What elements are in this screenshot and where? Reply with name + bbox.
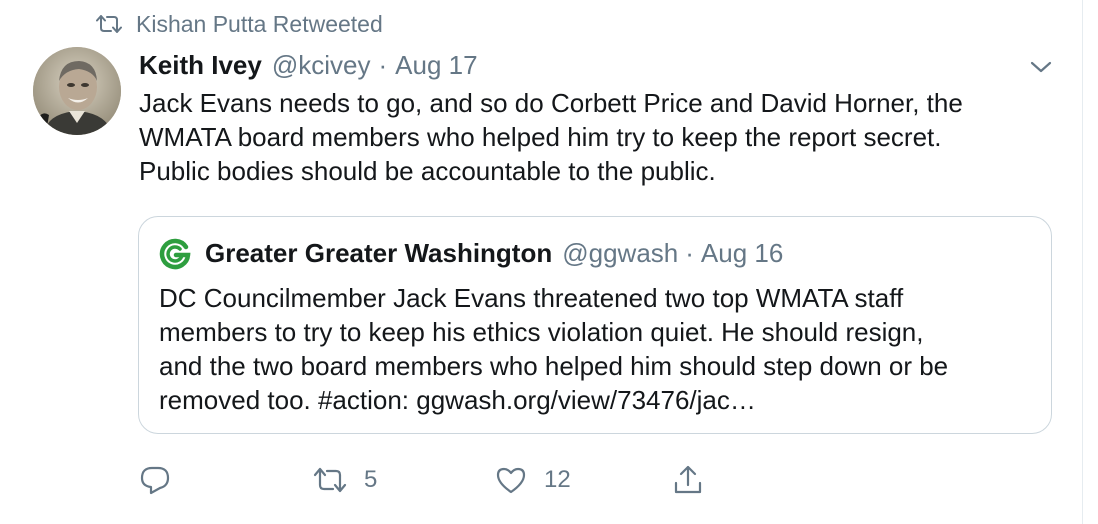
avatar[interactable] xyxy=(33,47,121,135)
quoted-author-name[interactable]: Greater Greater Washington xyxy=(205,238,552,269)
reply-button[interactable] xyxy=(139,460,171,500)
quoted-text-line: DC Councilmember Jack Evans threatened t… xyxy=(159,283,904,313)
share-button[interactable] xyxy=(673,460,703,500)
quoted-tweet-date[interactable]: Aug 16 xyxy=(701,238,783,269)
tweet-container: Kishan Putta Retweeted Keith Ivey @kcive… xyxy=(0,0,1083,524)
retweet-count: 5 xyxy=(364,466,378,493)
tweet-text-line: WMATA board members who helped him try t… xyxy=(139,122,942,152)
retweet-icon xyxy=(96,15,122,33)
like-count: 12 xyxy=(544,466,571,493)
tweet-text-line: Public bodies should be accountable to t… xyxy=(139,156,716,186)
retweet-context-text[interactable]: Kishan Putta Retweeted xyxy=(136,11,383,38)
heart-icon xyxy=(496,467,526,494)
reply-icon xyxy=(140,466,170,495)
share-icon xyxy=(674,465,702,494)
quoted-author-handle[interactable]: @ggwash xyxy=(562,238,678,269)
quoted-text-line: removed too. #action: ggwash.org/view/73… xyxy=(159,385,756,415)
tweet-date[interactable]: Aug 17 xyxy=(395,50,477,81)
avatar-photo xyxy=(33,47,121,135)
tweet-text: Jack Evans needs to go, and so do Corbet… xyxy=(139,86,1069,188)
retweet-button[interactable]: 5 xyxy=(313,460,377,500)
retweet-icon xyxy=(313,467,347,493)
author-handle[interactable]: @kcivey xyxy=(272,50,371,81)
like-button[interactable]: 12 xyxy=(495,460,571,500)
author-name[interactable]: Keith Ivey xyxy=(139,50,262,81)
quoted-tweet-text: DC Councilmember Jack Evans threatened t… xyxy=(159,281,1039,417)
separator-dot: · xyxy=(685,237,694,268)
quoted-text-line: and the two board members who helped him… xyxy=(159,351,949,381)
quoted-tweet-card[interactable]: Greater Greater Washington @ggwash · Aug… xyxy=(138,216,1052,434)
retweet-context: Kishan Putta Retweeted xyxy=(96,10,383,38)
quoted-text-line: members to try to keep his ethics violat… xyxy=(159,317,924,347)
tweet-header: Keith Ivey @kcivey · Aug 17 xyxy=(139,48,478,82)
action-bar: 5 12 xyxy=(139,460,739,500)
chevron-down-icon[interactable] xyxy=(1028,56,1054,78)
tweet-text-line: Jack Evans needs to go, and so do Corbet… xyxy=(139,88,963,118)
separator-dot: · xyxy=(378,49,388,80)
ggwash-logo-icon xyxy=(159,238,191,270)
quoted-tweet-header: Greater Greater Washington @ggwash · Aug… xyxy=(205,235,783,271)
